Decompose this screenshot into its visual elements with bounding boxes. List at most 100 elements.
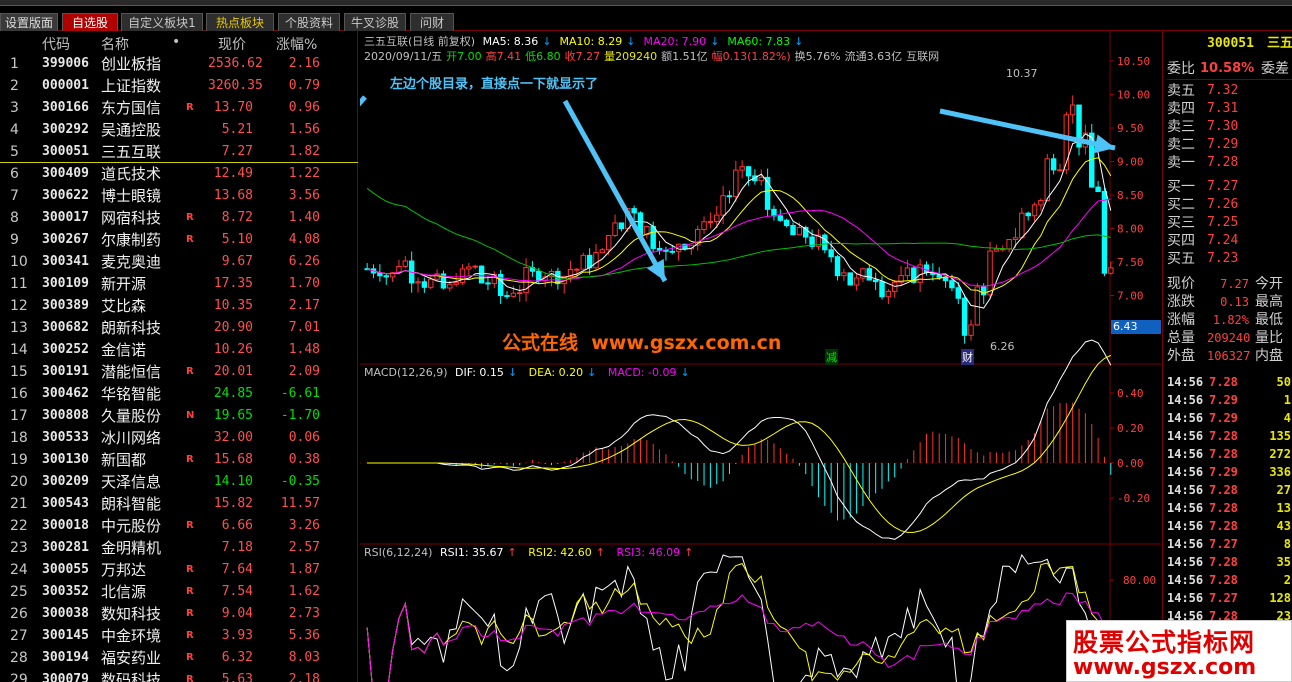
- stock-code: 300038: [42, 606, 89, 621]
- ma5-line: [367, 133, 1112, 309]
- list-item[interactable]: 14 300252 金信诺 10.26 1.48: [0, 339, 358, 361]
- list-item[interactable]: 1 399006 创业板指 2536.62 2.16: [0, 53, 358, 75]
- chart-canvas[interactable]: 10.50 10.00 9.50 9.00 8.50 8.00 7.50 7.00 0.40 0.…: [360, 31, 1161, 682]
- list-item[interactable]: 6 300409 道氏技术 12.49 1.22: [0, 163, 358, 185]
- candle-body: [1044, 158, 1050, 202]
- candle-body: [968, 324, 974, 336]
- candle-body: [1038, 200, 1044, 206]
- stock-name: 久量股份: [101, 407, 162, 425]
- list-item[interactable]: 9 300267 尔康制药 R 5.10 4.08: [0, 229, 358, 251]
- row-index: 13: [10, 320, 28, 336]
- list-item[interactable]: 28 300194 福安药业 R 6.32 8.03: [0, 647, 358, 669]
- list-item[interactable]: 20 300209 天泽信息 14.10 -0.35: [0, 471, 358, 493]
- stock-name: 金信诺: [101, 341, 147, 359]
- tick-time: 14:56: [1167, 519, 1204, 533]
- weicha-label: 委差: [1261, 61, 1289, 77]
- tab-stock-diagnosis[interactable]: 牛叉诊股: [344, 13, 406, 31]
- event-marker-finance[interactable]: 财: [961, 349, 974, 365]
- list-header: 代码 名称 • 现价 涨幅%: [0, 31, 358, 53]
- list-item[interactable]: 7 300622 博士眼镜 13.68 3.56: [0, 185, 358, 207]
- tab-wencai[interactable]: 问财: [410, 13, 454, 31]
- list-item[interactable]: 23 300281 金明精机 7.18 2.57: [0, 537, 358, 559]
- list-item[interactable]: 24 300055 万邦达 R 7.64 1.87: [0, 559, 358, 581]
- stock-change-pct: 11.57: [280, 496, 320, 511]
- candle-body: [758, 176, 764, 182]
- list-item[interactable]: 17 300808 久量股份 N 19.65 -1.70: [0, 405, 358, 427]
- macd-dea: DEA: 0.20 ↓: [528, 366, 597, 379]
- tab-watchlist[interactable]: 自选股: [62, 13, 118, 31]
- header-price[interactable]: 现价: [218, 34, 246, 54]
- list-item[interactable]: 11 300109 新开源 17.35 1.70: [0, 273, 358, 295]
- tick-time: 14:56: [1167, 573, 1204, 587]
- stock-change-pct: 1.22: [288, 166, 320, 181]
- stock-code: 300533: [42, 430, 89, 445]
- row-index: 21: [10, 496, 28, 512]
- list-item[interactable]: 26 300038 数知科技 R 9.04 2.73: [0, 603, 358, 625]
- candle-body: [841, 272, 847, 277]
- row-index: 28: [10, 650, 28, 666]
- ask-level-label: 卖二: [1167, 137, 1195, 153]
- list-item[interactable]: 12 300389 艾比森 10.35 2.17: [0, 295, 358, 317]
- weibi-value: 10.58%: [1200, 61, 1255, 76]
- tab-layout-settings[interactable]: 设置版面: [0, 13, 58, 31]
- tab-hot-sectors[interactable]: 热点板块: [206, 13, 274, 31]
- candle-body: [707, 220, 714, 223]
- tab-stock-profile[interactable]: 个股资料: [278, 13, 340, 31]
- stock-name: 华铭智能: [101, 385, 162, 403]
- list-item[interactable]: 16 300462 华铭智能 24.85 -6.61: [0, 383, 358, 405]
- row-index: 7: [10, 188, 19, 204]
- list-item[interactable]: 25 300352 北信源 R 7.54 1.62: [0, 581, 358, 603]
- chart-area[interactable]: 10.50 10.00 9.50 9.00 8.50 8.00 7.50 7.00 0.40 0.…: [360, 31, 1161, 682]
- stock-name: 冰川网络: [101, 429, 162, 447]
- margin-flag: R: [186, 212, 194, 223]
- list-item[interactable]: 5 300051 三五互联 7.27 1.82: [0, 141, 358, 163]
- list-item[interactable]: 29 300079 数码科技 R 5.63 2.18: [0, 669, 358, 682]
- header-name[interactable]: 名称: [101, 34, 129, 54]
- list-item[interactable]: 13 300682 朗新科技 20.90 7.01: [0, 317, 358, 339]
- stock-name: 吴通控股: [101, 121, 162, 139]
- stat-value: 106327: [1207, 349, 1251, 363]
- ask-level-price: 7.29: [1207, 137, 1239, 152]
- candle-body: [796, 227, 803, 236]
- event-marker-reduce[interactable]: 减: [825, 349, 838, 365]
- row-index: 19: [10, 452, 28, 468]
- list-item[interactable]: 21 300543 朗科智能 15.82 11.57: [0, 493, 358, 515]
- tab-custom-sector[interactable]: 自定义板块1: [121, 13, 203, 31]
- header-code[interactable]: 代码: [42, 34, 70, 54]
- price-axis-label: 9.00: [1117, 156, 1144, 169]
- tick-price: 7.28: [1209, 501, 1238, 515]
- list-item[interactable]: 18 300533 冰川网络 32.00 0.06: [0, 427, 358, 449]
- list-item[interactable]: 4 300292 吴通控股 5.21 1.56: [0, 119, 358, 141]
- watermark-line1: 股票公式指标网: [1073, 628, 1256, 657]
- stock-name: 数知科技: [101, 605, 162, 623]
- list-item[interactable]: 19 300130 新国都 R 15.68 0.38: [0, 449, 358, 471]
- menu-bar: [0, 0, 1292, 6]
- ma-legend-item: MA10: 8.29 ↓: [559, 35, 636, 48]
- kline-info-item: 额1.51亿: [661, 50, 708, 63]
- stock-code: 300209: [42, 474, 89, 489]
- header-change-pct[interactable]: 涨幅%: [276, 34, 317, 54]
- margin-flag: R: [186, 586, 194, 597]
- ask-level-price: 7.32: [1207, 83, 1239, 98]
- stock-change-pct: 7.01: [288, 320, 320, 335]
- tick-volume: 2: [1283, 573, 1291, 587]
- list-item[interactable]: 8 300017 网宿科技 R 8.72 1.40: [0, 207, 358, 229]
- candle-body: [383, 275, 389, 278]
- list-item[interactable]: 3 300166 东方国信 R 13.70 0.96: [0, 97, 358, 119]
- list-item[interactable]: 2 000001 上证指数 3260.35 0.79: [0, 75, 358, 97]
- row-index: 16: [10, 386, 28, 402]
- candle-body: [510, 292, 517, 297]
- list-item[interactable]: 10 300341 麦克奥迪 9.67 6.26: [0, 251, 358, 273]
- list-item[interactable]: 15 300191 潜能恒信 R 20.01 2.09: [0, 361, 358, 383]
- candle-body: [504, 295, 510, 298]
- annotation-arrow-right: [939, 108, 1116, 151]
- candle-body: [853, 277, 860, 286]
- stock-code: 300051: [42, 144, 89, 159]
- tick-time: 14:56: [1167, 591, 1204, 605]
- list-item[interactable]: 22 300018 中元股份 R 6.66 3.26: [0, 515, 358, 537]
- quote-stat: 现价 7.27 今开: [1167, 275, 1292, 293]
- row-index: 10: [10, 254, 28, 270]
- stock-rows: 1 399006 创业板指 2536.62 2.16 2 000001 上证指数 3260.35…: [0, 53, 358, 682]
- list-item[interactable]: 27 300145 中金环境 R 3.93 5.36: [0, 625, 358, 647]
- high-label: 10.37: [1006, 67, 1038, 80]
